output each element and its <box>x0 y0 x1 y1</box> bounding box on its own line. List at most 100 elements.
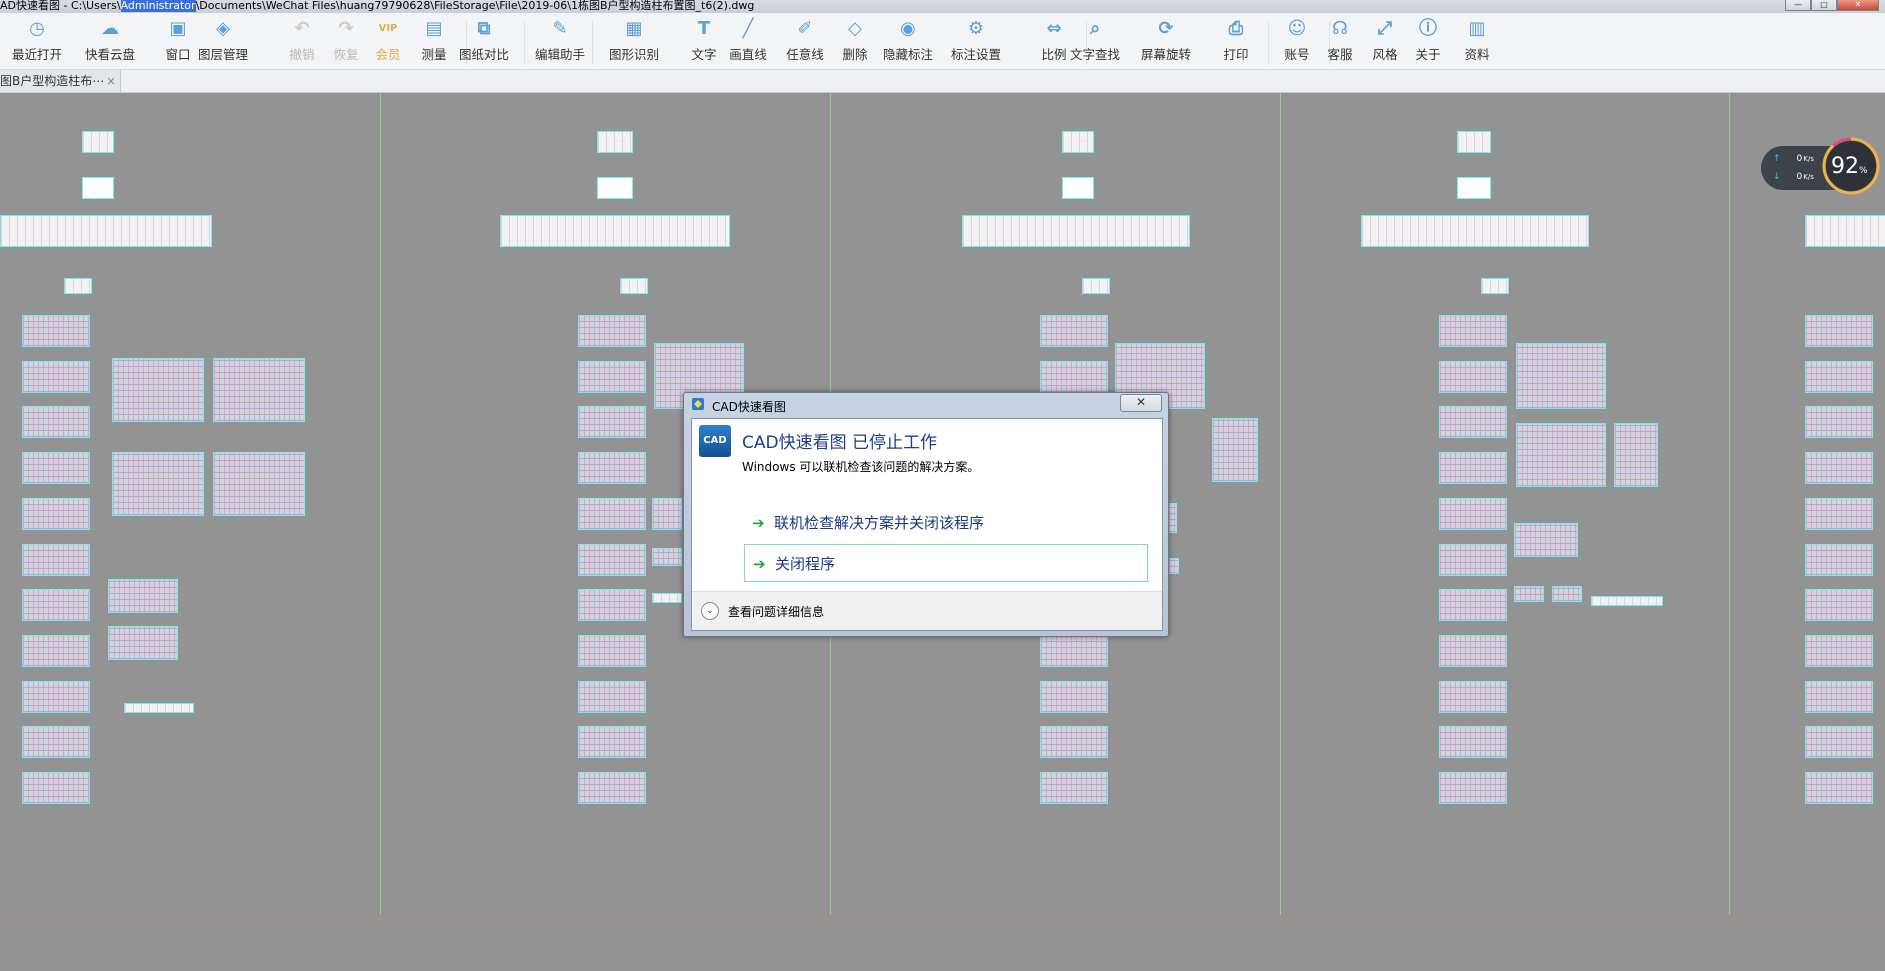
layout-divider-line <box>1729 93 1730 916</box>
title-path-suffix: \Documents\WeChat Files\huang79790628\Fi… <box>195 0 755 12</box>
toolbar-separator <box>592 21 593 65</box>
shape-recognize-icon: ▦ <box>625 18 643 39</box>
download-speed: ↓ 0K/s <box>1773 172 1814 182</box>
drawing-sheet-thumbnail <box>620 278 648 294</box>
close-program-option[interactable]: ➔ 关闭程序 <box>744 544 1148 582</box>
drawing-sheet-thumbnail <box>22 406 90 439</box>
drawing-sheet-thumbnail <box>1614 423 1658 487</box>
info-icon: ⓘ <box>1419 18 1437 39</box>
drawing-sheet-thumbnail <box>1805 543 1873 576</box>
toolbar-button-19[interactable]: ⌕ 文字查找 <box>1067 18 1123 68</box>
drawing-sheet-thumbnail <box>597 177 633 199</box>
drawing-sheet-thumbnail <box>1439 452 1507 485</box>
upload-value: 0 <box>1796 154 1803 164</box>
drawing-sheet-thumbnail <box>0 215 212 247</box>
drawing-sheet-thumbnail <box>1439 589 1507 622</box>
drawing-sheet-thumbnail <box>1805 497 1873 530</box>
toolbar-button-9[interactable]: ⧉ 图纸对比 <box>456 18 512 68</box>
close-window-button[interactable]: ✕ <box>1837 0 1879 11</box>
dialog-footer: ⌄ 查看问题详细信息 <box>692 591 1162 630</box>
toolbar-button-13[interactable]: ╱ 画直线 <box>720 18 776 68</box>
drawing-sheet-thumbnail <box>1439 634 1507 667</box>
toolbar-button-17[interactable]: ⚙ 标注设置 <box>948 18 1004 68</box>
layout-bottom-line <box>0 915 1885 916</box>
toolbar-button-15[interactable]: ◇ 删除 <box>827 18 883 68</box>
toolbar-button-20[interactable]: ⟳ 屏幕旋转 <box>1138 18 1194 68</box>
toolbar-button-21[interactable]: ⎙ 打印 <box>1208 18 1264 68</box>
drawing-sheet-thumbnail <box>1082 278 1110 294</box>
check-online-option[interactable]: ➔ 联机检查解决方案并关闭该程序 <box>744 504 1148 542</box>
window-icon: ▣ <box>169 18 187 39</box>
drawing-sheet-thumbnail <box>1040 360 1108 393</box>
layout-divider-line <box>1280 93 1281 916</box>
green-arrow-icon: ➔ <box>752 514 765 532</box>
tab-drawing[interactable]: 图B户型构造柱布⋯ × <box>0 70 121 92</box>
drawing-sheet-thumbnail <box>1552 586 1582 602</box>
tab-close-icon[interactable]: × <box>106 70 116 92</box>
window-title-bar[interactable]: AD快速看图 - C:\Users\Administrator\Document… <box>0 0 1885 13</box>
toolbar-button-16[interactable]: ◉ 隐藏标注 <box>880 18 936 68</box>
drawing-sheet-thumbnail <box>1040 634 1108 667</box>
toolbar-button-4[interactable]: ◈ 图层管理 <box>195 18 251 68</box>
toolbar-button-2[interactable]: ☁ 快看云盘 <box>82 18 138 68</box>
rotate-screen-icon: ⟳ <box>1158 18 1174 39</box>
drawing-sheet-thumbnail <box>22 680 90 713</box>
text-icon: T <box>697 18 711 39</box>
upload-unit: K/s <box>1803 155 1814 163</box>
expand-details-icon[interactable]: ⌄ <box>701 602 719 620</box>
toolbar-button-label: 画直线 <box>729 47 767 62</box>
drawing-sheet-thumbnail <box>1040 772 1108 804</box>
view-details-link[interactable]: 查看问题详细信息 <box>728 603 824 620</box>
title-path-prefix: AD快速看图 - C:\Users\ <box>0 0 121 12</box>
drawing-sheet-thumbnail <box>578 497 646 530</box>
drawing-sheet-thumbnail <box>1805 215 1885 247</box>
toolbar-button-label: 文字查找 <box>1069 47 1120 62</box>
toolbar-button-label: 关于 <box>1415 47 1441 62</box>
toolbar-button-11[interactable]: ▦ 图形识别 <box>606 18 662 68</box>
toolbar-button-26[interactable]: ▥ 资料 <box>1449 18 1505 68</box>
app-small-icon <box>692 398 704 410</box>
drawing-sheet-thumbnail <box>22 452 90 485</box>
drawing-sheet-thumbnail <box>1805 406 1873 439</box>
drawing-sheet-thumbnail <box>1439 315 1507 347</box>
drawing-sheet-thumbnail <box>22 360 90 393</box>
network-speed-widget[interactable]: ↑ 0K/s ↓ 0K/s 92% <box>1761 137 1880 195</box>
eraser-icon: ◇ <box>848 18 862 39</box>
window-title: AD快速看图 - C:\Users\Administrator\Document… <box>0 0 754 12</box>
toolbar-button-1[interactable]: ◷ 最近打开 <box>9 18 65 68</box>
close-program-label: 关闭程序 <box>775 555 836 573</box>
drawing-sheet-thumbnail <box>1514 523 1578 557</box>
drawing-sheet-thumbnail <box>124 703 194 713</box>
drawing-sheet-thumbnail <box>213 358 305 422</box>
drawing-sheet-thumbnail <box>1439 543 1507 576</box>
drawing-sheet-thumbnail <box>578 543 646 576</box>
drawing-sheet-thumbnail <box>578 726 646 759</box>
drawing-sheet-thumbnail <box>112 452 204 516</box>
toolbar-button-14[interactable]: ✐ 任意线 <box>777 18 833 68</box>
memory-usage-percent: 92% <box>1831 154 1868 179</box>
drawing-sheet-thumbnail <box>1439 406 1507 439</box>
tab-drawing-label: 图B户型构造柱布⋯ <box>0 74 105 88</box>
toolbar-button-8[interactable]: ▤ 测量 <box>406 18 462 68</box>
clock-icon: ◷ <box>29 18 45 39</box>
drawing-sheet-thumbnail <box>1457 177 1491 199</box>
main-toolbar: ◷ 最近打开 ☁ 快看云盘 ▣ 窗口 ◈ 图层管理 ↶ 撤销 ↷ 恢复 VIP 会员 ▤ 测量 ⧉ 图纸对比 ✎ 编辑… <box>0 13 1885 70</box>
headset-icon: ☊ <box>1332 18 1348 39</box>
dialog-title: CAD快速看图 <box>712 400 786 414</box>
dialog-close-button[interactable]: ✕ <box>1120 394 1162 412</box>
toolbar-button-label: 标注设置 <box>950 47 1001 62</box>
drawing-sheet-thumbnail <box>1439 360 1507 393</box>
toolbar-button-10[interactable]: ✎ 编辑助手 <box>532 18 588 68</box>
ruler-icon: ▤ <box>425 18 443 39</box>
drawing-sheet-thumbnail <box>578 634 646 667</box>
minimize-button[interactable]: — <box>1785 0 1811 11</box>
drawing-sheet-thumbnail <box>597 131 633 153</box>
drawing-sheet-thumbnail <box>1805 589 1873 622</box>
layers-icon: ◈ <box>216 18 230 39</box>
maximize-button[interactable]: □ <box>1811 0 1837 11</box>
drawing-sheet-thumbnail <box>1062 177 1094 199</box>
toolbar-button-25[interactable]: ⓘ 关于 <box>1400 18 1456 68</box>
toolbar-button-label: 打印 <box>1223 47 1249 62</box>
toolbar-button-label: 任意线 <box>786 47 824 62</box>
dialog-subtext: Windows 可以联机检查该问题的解决方案。 <box>742 460 980 474</box>
